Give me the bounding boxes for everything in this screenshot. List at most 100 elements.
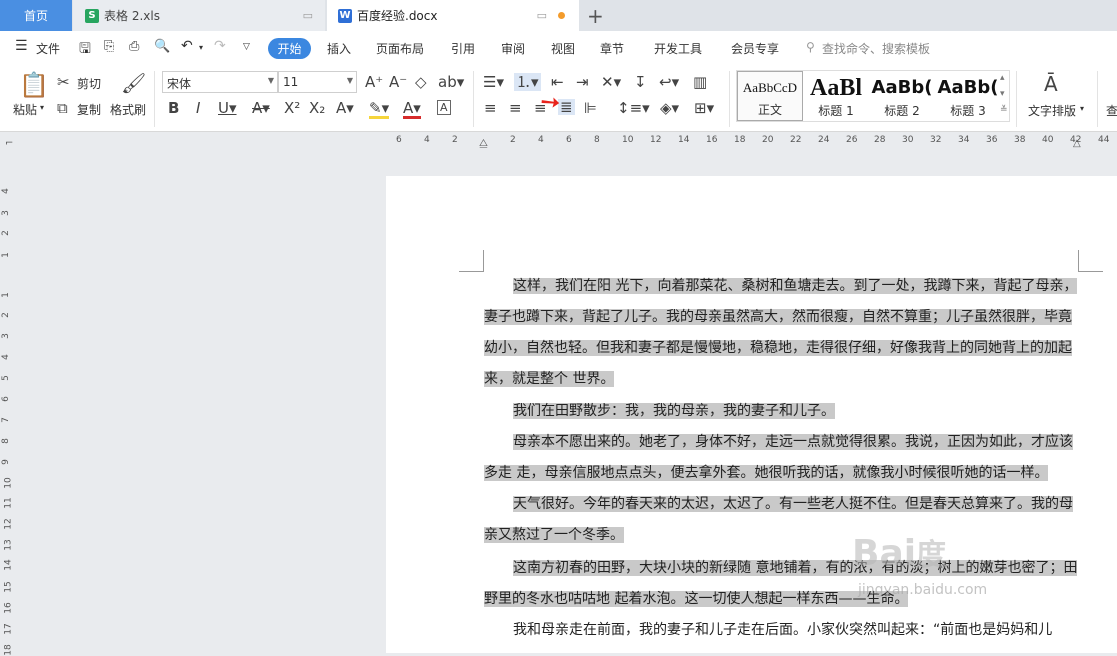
right-indent-marker-icon[interactable]: △ (1073, 138, 1081, 149)
style-normal[interactable]: AaBbCcD 正文 (737, 71, 803, 121)
font-size-select[interactable]: 11 ▼ (278, 71, 357, 93)
ruler-tab-icon[interactable]: ⌐ (5, 138, 13, 149)
cut-button[interactable]: 剪切 (77, 75, 101, 92)
styles-expand-icon[interactable]: ≚ (1000, 105, 1008, 115)
menu-developer[interactable]: 开发工具 (654, 40, 702, 57)
distributed-align-icon[interactable]: ⊫ (584, 100, 597, 116)
text-effect-icon[interactable]: A▾ (336, 100, 354, 116)
borders-icon[interactable]: ⊞▾ (694, 100, 714, 116)
menu-chapter[interactable]: 章节 (600, 40, 624, 57)
underline-icon[interactable]: U▾ (218, 100, 237, 116)
character-border-icon[interactable]: A (437, 100, 451, 115)
tab-home[interactable]: 首页 (0, 0, 72, 31)
numbered-list-icon[interactable]: ⒈▾ (514, 73, 541, 91)
font-color-icon[interactable]: A▾ (403, 100, 421, 119)
tab-window-icon[interactable]: ▭ (303, 9, 313, 22)
paragraph-mark-icon[interactable]: ↩▾ (659, 74, 679, 90)
chinese-layout-icon[interactable]: ✕▾ (601, 74, 621, 90)
menu-insert[interactable]: 插入 (327, 40, 351, 57)
styles-scroll-up-icon[interactable]: ▴ (1000, 73, 1005, 83)
highlight-icon[interactable]: ✎▾ (369, 100, 390, 119)
indent-marker-icon[interactable]: ⧋ (479, 138, 488, 149)
menu-member[interactable]: 会员专享 (731, 40, 779, 57)
superscript-icon[interactable]: X² (284, 100, 300, 116)
text-layout-icon[interactable]: Ā (1044, 73, 1058, 95)
format-painter-icon[interactable]: 🖌 (121, 72, 146, 94)
text-layout-dropdown-icon[interactable]: ▾ (1080, 104, 1084, 113)
menu-file[interactable]: 文件 (36, 40, 60, 57)
styles-scroll-down-icon[interactable]: ▾ (1000, 89, 1005, 99)
tab-document[interactable]: W 百度经验.docx ▭ (327, 0, 579, 31)
document-paragraph[interactable]: 我们在田野散步：我，我的母亲，我的妻子和儿子。 (484, 396, 1078, 427)
align-left-icon[interactable]: ≡ (484, 100, 497, 116)
ruler-tick-label: 7 (0, 417, 11, 423)
menu-start[interactable]: 开始 (268, 38, 311, 59)
style-heading-3[interactable]: AaBb(标题 3 (935, 71, 1001, 121)
print-icon[interactable]: ⎙ (129, 39, 139, 54)
ruler-tick-label: 9 (0, 459, 11, 465)
strikethrough-icon[interactable]: A▾ (252, 100, 270, 116)
italic-icon[interactable]: I (196, 100, 200, 116)
paste-dropdown-icon[interactable]: ▾ (40, 103, 44, 112)
save-icon[interactable]: 🖫 (79, 38, 91, 62)
ruler-tick-label: 2 (510, 135, 516, 145)
copy-button[interactable]: 复制 (77, 101, 101, 118)
increase-indent-icon[interactable]: ⇥ (576, 74, 589, 90)
subscript-icon[interactable]: X₂ (309, 100, 325, 116)
ruler-tick-label: 2 (452, 135, 458, 145)
menu-page-layout[interactable]: 页面布局 (376, 40, 424, 57)
undo-icon[interactable]: ↶ (181, 38, 193, 54)
copy-icon[interactable]: ⧉ (57, 100, 68, 116)
sort-icon[interactable]: ↧ (634, 74, 647, 90)
table-of-columns-icon[interactable]: ▥ (693, 74, 707, 90)
paste-icon[interactable]: 📋 (19, 73, 49, 97)
ruler-tick-label: 12 (3, 518, 14, 530)
document-paragraph[interactable]: 这南方初春的田野，大块小块的新绿随 意地铺着，有的浓，有的淡；树上的嫩芽也密了；… (484, 553, 1078, 615)
find-button[interactable]: 查 (1106, 102, 1117, 119)
menu-review[interactable]: 审阅 (501, 40, 525, 57)
export-pdf-icon[interactable]: ⎘ (104, 39, 114, 54)
customize-dropdown-icon[interactable]: ▽ (243, 42, 250, 52)
clear-format-icon[interactable]: ◇ (415, 74, 427, 90)
tab-window-icon[interactable]: ▭ (537, 9, 547, 22)
shrink-font-icon[interactable]: A⁻ (389, 74, 407, 90)
line-spacing-icon[interactable]: ↕≡▾ (617, 100, 650, 116)
font-name-select[interactable]: 宋体 ▼ (162, 71, 278, 93)
undo-dropdown-icon[interactable]: ▾ (199, 43, 203, 52)
watermark-url: jingyan.baidu.com (858, 582, 988, 598)
selected-text: 这南方初春的田野，大块小块的新绿随 意地铺着，有的浓，有的淡；树上的嫩芽也密了；… (484, 560, 1078, 607)
shading-icon[interactable]: ◈▾ (660, 100, 679, 116)
ruler-tick-label: 40 (1042, 135, 1054, 145)
document-paragraph[interactable]: 母亲本不愿出来的。她老了，身体不好，走远一点就觉得很累。我说，正因为如此，才应该… (484, 427, 1078, 489)
text-layout-button[interactable]: 文字排版 (1028, 102, 1076, 119)
paste-button[interactable]: 粘贴 (13, 101, 37, 118)
document-paragraph[interactable]: 天气很好。今年的春天来的太迟，太迟了。有一些老人挺不住。但是春天总算来了。我的母… (484, 489, 1078, 551)
bullet-list-icon[interactable]: ☰▾ (483, 74, 504, 90)
style-heading-1[interactable]: AaBl 标题 1 (803, 71, 869, 121)
grow-font-icon[interactable]: A⁺ (365, 74, 383, 90)
tab-spreadsheet[interactable]: S 表格 2.xls ▭ (73, 0, 325, 31)
align-center-icon[interactable]: ≡ (509, 100, 522, 116)
ruler-tick-label: 2 (0, 312, 11, 318)
ruler-tick-label: 11 (3, 497, 14, 509)
menu-reference[interactable]: 引用 (451, 40, 475, 57)
tab-spreadsheet-label: 表格 2.xls (104, 9, 160, 23)
print-preview-icon[interactable]: 🔍 (154, 39, 170, 54)
document-paragraph[interactable]: 我和母亲走在前面，我的妻子和儿子走在后面。小家伙突然叫起来：“前面也是妈妈和儿 (484, 615, 1078, 646)
divider (1097, 71, 1098, 127)
command-search-input[interactable]: 查找命令、搜索模板 (822, 40, 930, 57)
style-preview: AaBl (809, 75, 862, 101)
new-tab-button[interactable]: + (587, 4, 604, 28)
menu-view[interactable]: 视图 (551, 40, 575, 57)
selected-text: 天气很好。今年的春天来的太迟，太迟了。有一些老人挺不住。但是春天总算来了。我的母… (484, 496, 1073, 543)
phonetic-guide-icon[interactable]: ab▾ (438, 74, 464, 90)
hamburger-icon[interactable]: ☰ (15, 38, 28, 54)
horizontal-ruler: ⌐ 6 4 2 2 4 6 8 10 12 14 16 18 20 22 24 26 28 30 32 34 36 38 4… (0, 132, 1117, 152)
document-paragraph[interactable]: 这样，我们在阳 光下，向着那菜花、桑树和鱼塘走去。到了一处，我蹲下来，背起了母亲… (484, 271, 1078, 395)
redo-icon[interactable]: ↷ (214, 38, 226, 54)
bold-icon[interactable]: B (168, 100, 179, 116)
decrease-indent-icon[interactable]: ⇤ (551, 74, 564, 90)
cut-icon[interactable]: ✂ (57, 74, 70, 90)
format-painter-button[interactable]: 格式刷 (110, 101, 146, 118)
style-heading-2[interactable]: AaBb(标题 2 (869, 71, 935, 121)
